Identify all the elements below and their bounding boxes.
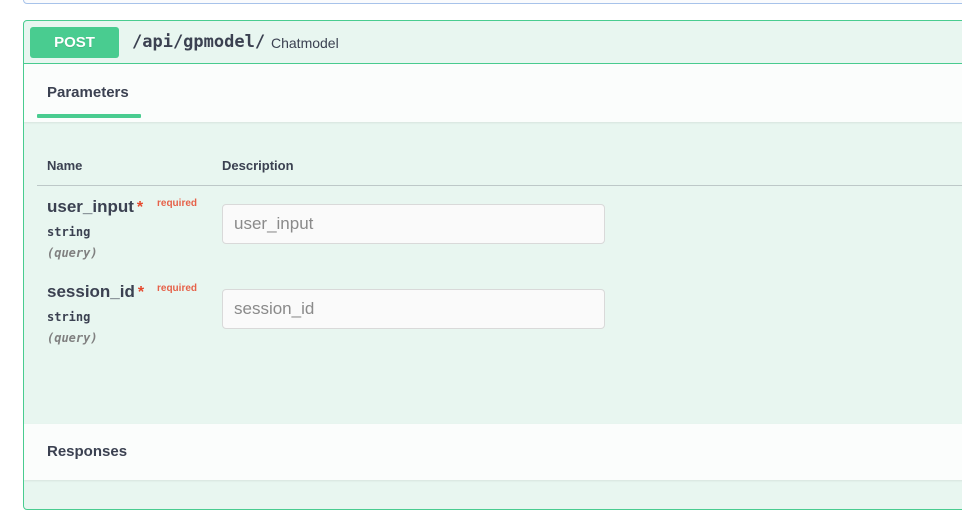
- http-method-badge: POST: [30, 27, 119, 58]
- active-tab-indicator: [37, 114, 141, 118]
- param-type: string: [47, 310, 91, 324]
- header-divider: [37, 185, 962, 186]
- param-location: (query): [47, 331, 98, 345]
- operation-summary[interactable]: POST /api/gpmodel/ Chatmodel: [24, 21, 962, 64]
- tab-parameters[interactable]: Parameters: [47, 84, 129, 101]
- operation-description: Chatmodel: [271, 35, 339, 51]
- required-asterisk: *: [137, 284, 145, 301]
- session-id-field[interactable]: [222, 289, 605, 329]
- responses-header: Responses: [24, 424, 962, 480]
- operation-block-post: POST /api/gpmodel/ Chatmodel Parameters …: [23, 20, 962, 510]
- responses-title: Responses: [47, 443, 128, 460]
- param-name-user-input: user_input *: [47, 197, 144, 216]
- column-header-name: Name: [47, 158, 83, 173]
- required-label: required: [157, 283, 198, 294]
- required-label: required: [157, 198, 198, 209]
- user-input-field[interactable]: [222, 204, 605, 244]
- endpoint-path: /api/gpmodel/: [132, 32, 266, 52]
- param-type: string: [47, 225, 91, 239]
- param-location: (query): [47, 246, 98, 260]
- param-name-session-id: session_id *: [47, 282, 145, 301]
- required-asterisk: *: [136, 199, 144, 216]
- column-header-description: Description: [222, 158, 294, 173]
- parameters-header: Parameters: [24, 64, 962, 122]
- previous-operation-block: [23, 0, 962, 4]
